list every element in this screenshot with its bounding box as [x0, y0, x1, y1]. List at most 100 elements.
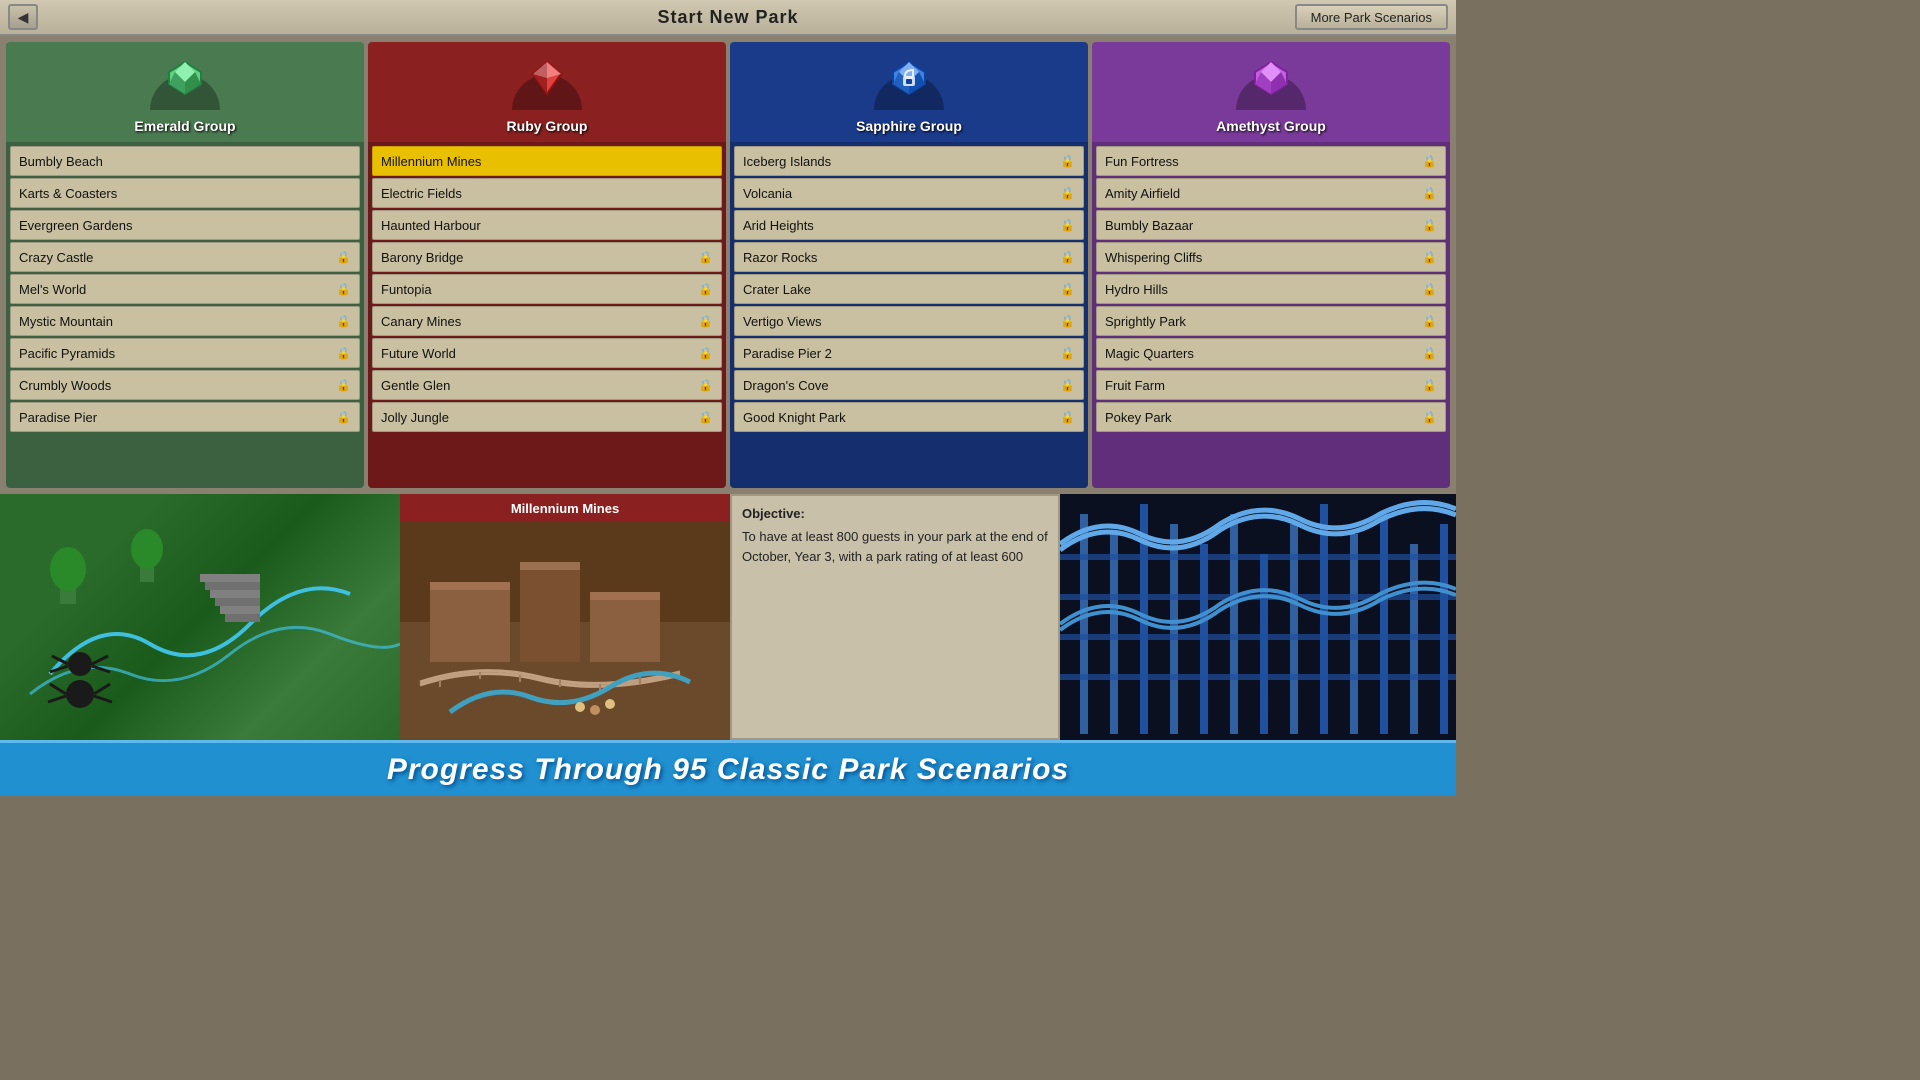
scenario-item[interactable]: Funtopia🔒 [372, 274, 722, 304]
lock-icon: 🔒 [1422, 154, 1437, 168]
objective-text: To have at least 800 guests in your park… [742, 527, 1048, 566]
scenario-item[interactable]: Evergreen Gardens [10, 210, 360, 240]
scenario-item[interactable]: Fun Fortress🔒 [1096, 146, 1446, 176]
amethyst-icon-arch [1231, 50, 1311, 110]
ruby-group: Ruby Group Millennium MinesElectric Fiel… [368, 42, 726, 488]
sapphire-header: Sapphire Group [730, 42, 1088, 142]
preview-right [1060, 494, 1456, 740]
scenario-item[interactable]: Millennium Mines [372, 146, 722, 176]
scenario-item[interactable]: Good Knight Park🔒 [734, 402, 1084, 432]
lock-icon: 🔒 [1422, 378, 1437, 392]
lock-icon: 🔒 [1422, 186, 1437, 200]
lock-icon: 🔒 [698, 346, 713, 360]
sapphire-scenario-list: Iceberg Islands🔒Volcania🔒Arid Heights🔒Ra… [730, 142, 1088, 488]
sapphire-icon-arch [869, 50, 949, 110]
lock-icon: 🔒 [1422, 346, 1437, 360]
scenario-item[interactable]: Canary Mines🔒 [372, 306, 722, 336]
lock-icon: 🔒 [336, 410, 351, 424]
lock-icon: 🔒 [1060, 346, 1075, 360]
scenario-item[interactable]: Pacific Pyramids🔒 [10, 338, 360, 368]
scenario-item[interactable]: Bumbly Beach [10, 146, 360, 176]
right-preview-svg [1060, 494, 1456, 740]
lock-icon: 🔒 [336, 250, 351, 264]
lock-icon: 🔒 [1060, 282, 1075, 296]
emerald-header: Emerald Group [6, 42, 364, 142]
scenario-item[interactable]: Jolly Jungle🔒 [372, 402, 722, 432]
amethyst-scenario-list: Fun Fortress🔒Amity Airfield🔒Bumbly Bazaa… [1092, 142, 1450, 488]
lock-icon: 🔒 [336, 314, 351, 328]
scenario-item[interactable]: Vertigo Views🔒 [734, 306, 1084, 336]
preview-center-title: Millennium Mines [400, 494, 730, 522]
lock-icon: 🔒 [1422, 282, 1437, 296]
top-bar: ◀ Start New Park More Park Scenarios [0, 0, 1456, 36]
lock-icon: 🔒 [1060, 154, 1075, 168]
scenario-item[interactable]: Crumbly Woods🔒 [10, 370, 360, 400]
scenario-item[interactable]: Mystic Mountain🔒 [10, 306, 360, 336]
scenario-item[interactable]: Mel's World🔒 [10, 274, 360, 304]
scenario-item[interactable]: Crazy Castle🔒 [10, 242, 360, 272]
scenario-item[interactable]: Electric Fields [372, 178, 722, 208]
left-preview-art [0, 494, 400, 740]
scenario-item[interactable]: Karts & Coasters [10, 178, 360, 208]
scenario-item[interactable]: Crater Lake🔒 [734, 274, 1084, 304]
bottom-banner: Progress Through 95 Classic Park Scenari… [0, 740, 1456, 796]
back-button[interactable]: ◀ [8, 4, 38, 30]
scenario-item[interactable]: Bumbly Bazaar🔒 [1096, 210, 1446, 240]
scenario-item[interactable]: Gentle Glen🔒 [372, 370, 722, 400]
ruby-group-name: Ruby Group [507, 118, 588, 134]
scenario-item[interactable]: Hydro Hills🔒 [1096, 274, 1446, 304]
lock-icon: 🔒 [1060, 410, 1075, 424]
more-scenarios-button[interactable]: More Park Scenarios [1295, 4, 1448, 30]
scenario-item[interactable]: Arid Heights🔒 [734, 210, 1084, 240]
emerald-group-name: Emerald Group [134, 118, 235, 134]
scenario-item[interactable]: Dragon's Cove🔒 [734, 370, 1084, 400]
scenario-item[interactable]: Barony Bridge🔒 [372, 242, 722, 272]
scenario-item[interactable]: Volcania🔒 [734, 178, 1084, 208]
lock-icon: 🔒 [698, 250, 713, 264]
scenario-item[interactable]: Magic Quarters🔒 [1096, 338, 1446, 368]
scenario-item[interactable]: Paradise Pier🔒 [10, 402, 360, 432]
sapphire-group: Sapphire Group Iceberg Islands🔒Volcania🔒… [730, 42, 1088, 488]
ruby-header: Ruby Group [368, 42, 726, 142]
lock-icon: 🔒 [698, 314, 713, 328]
lock-icon: 🔒 [1422, 410, 1437, 424]
amethyst-header: Amethyst Group [1092, 42, 1450, 142]
lock-icon: 🔒 [1422, 250, 1437, 264]
preview-center-image [400, 522, 730, 740]
lock-icon: 🔒 [698, 410, 713, 424]
scenario-item[interactable]: Haunted Harbour [372, 210, 722, 240]
ruby-icon-arch [507, 50, 587, 110]
scenario-item[interactable]: Iceberg Islands🔒 [734, 146, 1084, 176]
amethyst-gem-icon [1251, 58, 1291, 98]
left-coaster-svg [0, 494, 400, 740]
objective-label: Objective: [742, 506, 1048, 521]
scenario-item[interactable]: Sprightly Park🔒 [1096, 306, 1446, 336]
preview-objective: Objective: To have at least 800 guests i… [730, 494, 1060, 740]
scenario-item[interactable]: Paradise Pier 2🔒 [734, 338, 1084, 368]
lock-icon: 🔒 [1060, 378, 1075, 392]
scenario-item[interactable]: Fruit Farm🔒 [1096, 370, 1446, 400]
lock-icon: 🔒 [1060, 218, 1075, 232]
emerald-scenario-list: Bumbly BeachKarts & CoastersEvergreen Ga… [6, 142, 364, 488]
emerald-icon-arch [145, 50, 225, 110]
scenario-item[interactable]: Razor Rocks🔒 [734, 242, 1084, 272]
scenario-item[interactable]: Future World🔒 [372, 338, 722, 368]
amethyst-group-name: Amethyst Group [1216, 118, 1326, 134]
scenario-item[interactable]: Pokey Park🔒 [1096, 402, 1446, 432]
scenario-item[interactable]: Amity Airfield🔒 [1096, 178, 1446, 208]
amethyst-group: Amethyst Group Fun Fortress🔒Amity Airfie… [1092, 42, 1450, 488]
emerald-gem-icon [165, 58, 205, 98]
preview-area: Millennium Mines [0, 494, 1456, 740]
lock-icon: 🔒 [336, 378, 351, 392]
lock-icon: 🔒 [698, 282, 713, 296]
lock-icon: 🔒 [698, 378, 713, 392]
emerald-group: Emerald Group Bumbly BeachKarts & Coaste… [6, 42, 364, 488]
ruby-gem-icon [527, 58, 567, 98]
preview-center: Millennium Mines [400, 494, 730, 740]
preview-left [0, 494, 400, 740]
lock-icon: 🔒 [1060, 314, 1075, 328]
scenario-item[interactable]: Whispering Cliffs🔒 [1096, 242, 1446, 272]
page-title: Start New Park [657, 7, 798, 28]
banner-text: Progress Through 95 Classic Park Scenari… [387, 753, 1069, 787]
lock-icon: 🔒 [1422, 314, 1437, 328]
